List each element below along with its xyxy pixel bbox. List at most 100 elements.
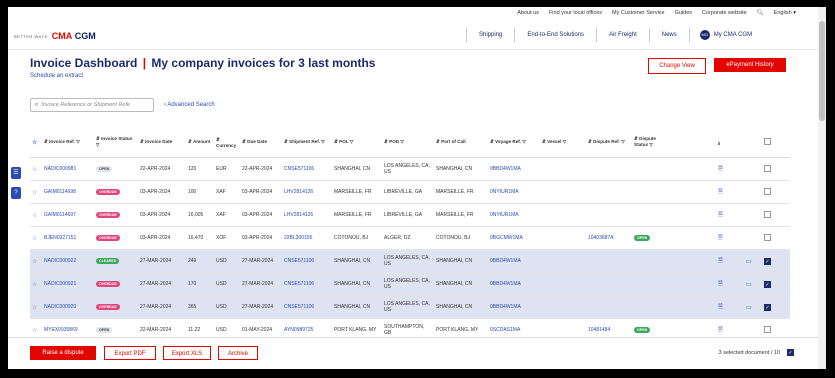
raise-dispute-button[interactable]: Raise a dispute — [30, 346, 96, 360]
row-checkbox[interactable] — [764, 164, 771, 172]
shipment-ref-cell[interactable]: 22BL300156 — [282, 226, 332, 250]
nav-end-to-end[interactable]: End-to-End Solutions — [514, 28, 596, 42]
invoice-ref-cell[interactable]: NADIC000922 — [42, 249, 94, 273]
table-row[interactable]: ☆ NADIC000920 OVERDUE 27-MAR-2024 365 USD 27-M… — [30, 295, 790, 319]
document-icon[interactable]: 🗎︎ — [718, 166, 723, 172]
table-row[interactable]: ☆ BJEN0327151 OVERDUE 03-APR-2024 16,470 XOF 0… — [30, 226, 790, 250]
header-invoice-date[interactable]: ⇵ Invoice Date — [138, 127, 186, 158]
star-icon[interactable]: ☆ — [32, 259, 37, 265]
header-amount[interactable]: ⇵ Amount — [186, 127, 214, 158]
shipment-ref-link[interactable]: LHV2814126 — [284, 189, 313, 195]
dispute-ref-cell[interactable] — [586, 157, 632, 181]
header-shipment-ref[interactable]: ⇵ Shipment Ref. ▽ — [282, 127, 332, 158]
row-checkbox[interactable]: ✓ — [764, 303, 771, 311]
invoice-ref-link[interactable]: NADIC000922 — [44, 258, 76, 264]
epayment-history-button[interactable]: ePayment History — [714, 58, 786, 72]
dispute-ref-cell[interactable] — [586, 180, 632, 204]
shipment-ref-link[interactable]: CNSE571106 — [284, 281, 314, 287]
link-corporate-website[interactable]: Corporate website — [702, 10, 747, 16]
voyage-ref-cell[interactable]: 0NYIUR1MA — [488, 180, 540, 204]
row-checkbox[interactable]: ✓ — [764, 257, 771, 265]
voyage-ref-cell[interactable]: 0BGCMW1MA — [488, 226, 540, 250]
invoice-ref-cell[interactable]: BJEN0327151 — [42, 226, 94, 250]
voyage-ref-link[interactable]: 0NYIUR1MA — [490, 189, 519, 195]
invoice-ref-link[interactable]: NADIC000981 — [44, 166, 76, 172]
star-icon[interactable]: ☆ — [32, 305, 37, 311]
help-icon[interactable]: ? — [11, 187, 21, 199]
invoice-ref-link[interactable]: GAIM0114697 — [44, 212, 76, 218]
shipment-ref-cell[interactable]: LHV2814126 — [282, 203, 332, 227]
nav-news[interactable]: News — [648, 28, 689, 42]
header-select-all[interactable] — [762, 127, 790, 158]
table-row[interactable]: ☆ NADIC000922 CLEARED 27-MAR-2024 249 USD 27-M… — [30, 249, 790, 273]
cma-cgm-logo[interactable]: BETTER WAYS CMA CGM — [14, 31, 96, 41]
select-all-checkbox[interactable] — [764, 138, 771, 145]
dispute-ref-cell[interactable] — [586, 249, 632, 273]
header-pol[interactable]: ⇵ POL ▽ — [332, 127, 382, 158]
row-checkbox[interactable] — [764, 187, 771, 195]
invoice-ref-link[interactable]: NADIC000921 — [44, 281, 76, 287]
header-pod[interactable]: ⇵ POD ▽ — [382, 127, 434, 158]
download-icon[interactable]: ⤓ — [718, 140, 720, 145]
voyage-ref-cell[interactable]: 0BBD4W1MA — [488, 157, 540, 181]
advanced-search-link[interactable]: › Advanced Search — [164, 102, 215, 108]
shipment-ref-link[interactable]: LHV2814126 — [284, 212, 313, 218]
shipment-ref-link[interactable]: CNSE571106 — [284, 258, 314, 264]
header-download[interactable]: ⤓ — [716, 127, 744, 158]
dispute-ref-link[interactable]: 10481484 — [588, 327, 610, 333]
scrollbar-thumb[interactable] — [819, 21, 825, 121]
voyage-ref-link[interactable]: 0BBD4W1MA — [490, 281, 521, 287]
dispute-ref-link[interactable]: 10403687A — [588, 235, 614, 241]
selection-indicator-checkbox[interactable]: ✓ — [787, 349, 794, 356]
header-invoice-ref[interactable]: ⇵ Invoice Ref. ▽ — [42, 127, 94, 158]
document-icon[interactable]: 🗎︎ — [718, 212, 723, 218]
shipment-ref-link[interactable]: AYN0989725 — [284, 327, 313, 333]
document-icon[interactable]: 🗎︎ — [718, 327, 723, 333]
dispute-ref-cell[interactable] — [586, 295, 632, 319]
schedule-extract-link[interactable]: Schedule an extract — [30, 73, 83, 79]
voyage-ref-link[interactable]: 0NYIUR1MA — [490, 212, 519, 218]
export-xls-button[interactable]: Export XLS — [163, 346, 211, 360]
header-invoice-status[interactable]: ⇵ Invoice Status ▽ — [94, 127, 138, 158]
star-icon[interactable]: ☆ — [32, 167, 37, 173]
invoice-ref-link[interactable]: GAIM0114698 — [44, 189, 76, 195]
voyage-ref-link[interactable]: 0BBD4W1MA — [490, 304, 521, 310]
language-select[interactable]: English ▾ — [774, 10, 796, 16]
invoice-ref-link[interactable]: BJEN0327151 — [44, 235, 76, 241]
shipment-ref-link[interactable]: CNSE571106 — [284, 304, 314, 310]
search-input[interactable] — [41, 102, 146, 108]
dispute-ref-cell[interactable] — [586, 272, 632, 296]
invoice-ref-link[interactable]: MYEX0935869 — [44, 327, 78, 333]
shipment-ref-cell[interactable]: CNSE571106 — [282, 249, 332, 273]
header-currency[interactable]: ⇵ Currency — [214, 127, 240, 158]
star-icon[interactable]: ☆ — [32, 140, 37, 146]
shipment-ref-cell[interactable]: CNSE571106 — [282, 295, 332, 319]
document-icon[interactable]: 🗎︎ — [718, 304, 723, 310]
voyage-ref-cell[interactable]: 0BBD4W1MA — [488, 295, 540, 319]
voyage-ref-cell[interactable]: 0NYIUR1MA — [488, 203, 540, 227]
link-customer-service[interactable]: My Customer Service — [612, 10, 665, 16]
table-row[interactable]: ☆ NADIC000921 OVERDUE 27-MAR-2024 170 USD 27-M… — [30, 272, 790, 296]
dispute-ref-cell[interactable]: 10403687A — [586, 226, 632, 250]
table-row[interactable]: ☆ GAIM0114698 OVERDUE 03-APR-2024 100 XAF 03-A… — [30, 180, 790, 204]
card-icon[interactable]: ▭ — [746, 305, 752, 311]
link-local-offices[interactable]: Find your local offices — [549, 10, 602, 16]
shipment-ref-cell[interactable]: CNSE571106 — [282, 157, 332, 181]
invoice-ref-cell[interactable]: GAIM0114697 — [42, 203, 94, 227]
invoice-ref-link[interactable]: NADIC000920 — [44, 304, 76, 310]
archive-button[interactable]: Archive — [218, 346, 258, 360]
card-icon[interactable]: ▭ — [746, 282, 752, 288]
document-icon[interactable]: 🗎︎ — [718, 235, 723, 241]
table-row[interactable]: ☆ NADIC000981 OPEN 22-APR-2024 120 EUR 22-APR-… — [30, 157, 790, 181]
voyage-ref-link[interactable]: 0BBD4W1MA — [490, 258, 521, 264]
document-icon[interactable]: 🗎︎ — [718, 281, 723, 287]
star-icon[interactable]: ☆ — [32, 190, 37, 196]
shipment-ref-link[interactable]: 22BL300156 — [284, 235, 312, 241]
row-checkbox[interactable] — [764, 210, 771, 218]
vertical-scrollbar[interactable] — [818, 7, 826, 369]
header-dispute-status[interactable]: ⇵ Dispute Status ▽ — [632, 127, 666, 158]
invoice-ref-cell[interactable]: GAIM0114698 — [42, 180, 94, 204]
header-port-of-call[interactable]: ⇵ Port of Call — [434, 127, 488, 158]
voyage-ref-link[interactable]: 0BBD4W1MA — [490, 166, 521, 172]
star-icon[interactable]: ☆ — [32, 282, 37, 288]
